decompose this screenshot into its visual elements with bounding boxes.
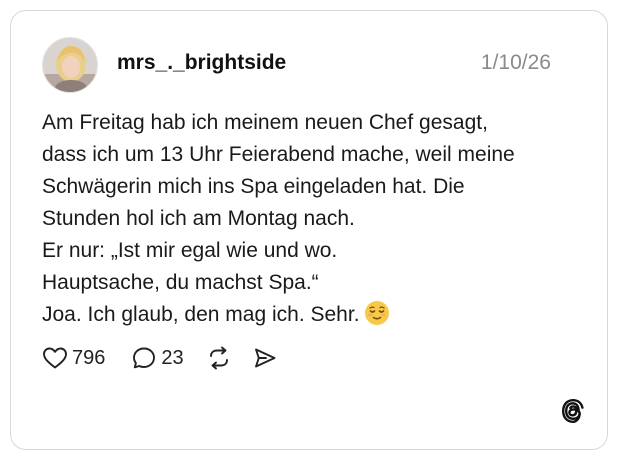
avatar[interactable] xyxy=(42,37,98,93)
share-button[interactable] xyxy=(252,346,278,370)
speech-bubble-icon xyxy=(131,346,157,370)
relieved-face-emoji-icon xyxy=(364,300,390,336)
post-text-line: Am Freitag hab ich meinem neuen Chef ges… xyxy=(42,111,488,134)
post-text-line: Stunden hol ich am Montag nach. xyxy=(42,207,355,230)
heart-icon xyxy=(42,346,68,370)
post-text-line-content: Joa. Ich glaub, den mag ich. Sehr. xyxy=(42,303,360,326)
repost-button[interactable] xyxy=(206,346,232,370)
post-actions: 796 23 xyxy=(42,343,278,373)
post-card: mrs_._brightside 1/10/26 Am Freitag hab … xyxy=(10,10,608,450)
post-text: Am Freitag hab ich meinem neuen Chef ges… xyxy=(42,107,582,336)
threads-logo-icon[interactable] xyxy=(559,397,587,425)
repost-icon xyxy=(206,346,232,370)
post-text-line: Hauptsache, du machst Spa.“ xyxy=(42,271,319,294)
like-button[interactable]: 796 xyxy=(42,346,105,370)
username[interactable]: mrs_._brightside xyxy=(117,51,286,75)
post-text-line: Er nur: „Ist mir egal wie und wo. xyxy=(42,239,338,262)
post-text-line: Schwägerin mich ins Spa eingeladen hat. … xyxy=(42,175,465,198)
reply-button[interactable]: 23 xyxy=(131,346,184,370)
post-date: 1/10/26 xyxy=(480,51,551,74)
avatar-image xyxy=(43,38,97,92)
like-count: 796 xyxy=(72,347,106,369)
send-icon xyxy=(252,346,278,370)
post-text-line-last: Joa. Ich glaub, den mag ich. Sehr. xyxy=(42,299,582,336)
post-text-line: dass ich um 13 Uhr Feierabend mache, wei… xyxy=(42,143,515,166)
reply-count: 23 xyxy=(161,347,184,369)
